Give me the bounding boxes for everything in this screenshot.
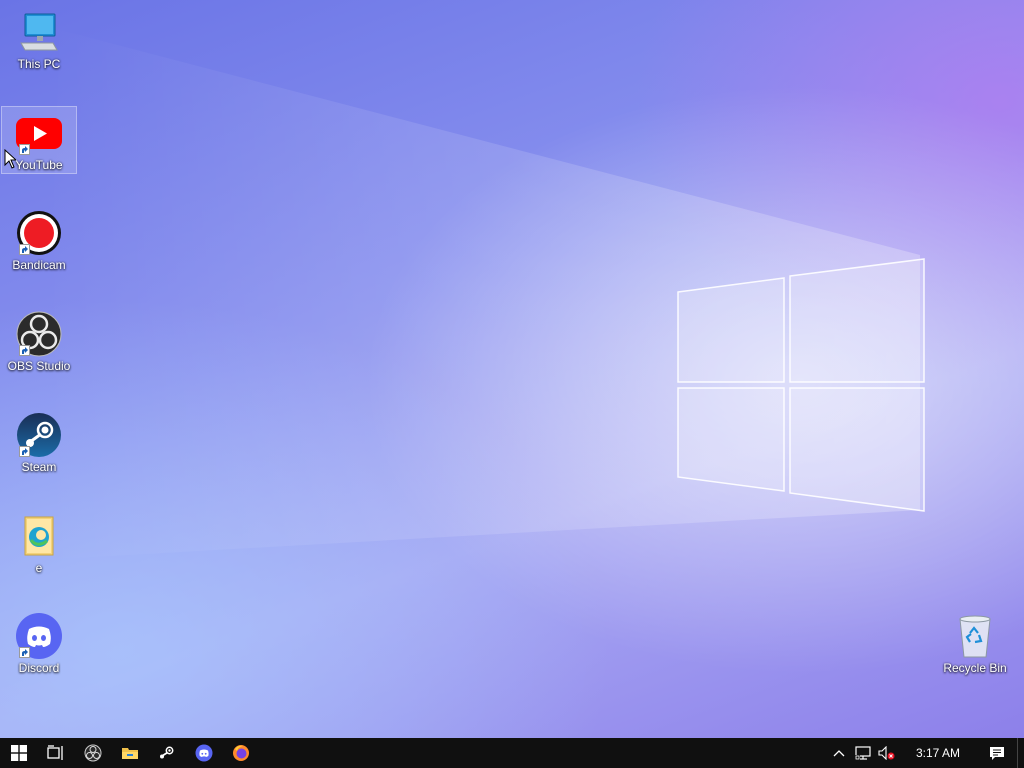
show-desktop-button[interactable] — [1017, 738, 1024, 768]
taskbar: 3:17 AM — [0, 738, 1024, 768]
desktop-icon-obs-studio[interactable]: OBS Studio — [1, 308, 77, 376]
network-icon — [855, 746, 871, 760]
firefox-icon — [232, 745, 249, 761]
chevron-up-icon — [833, 750, 845, 757]
desktop-icon-steam[interactable]: Steam — [1, 409, 77, 477]
task-view-icon — [46, 745, 63, 760]
computer-icon — [20, 13, 58, 51]
action-center-icon — [990, 746, 1004, 760]
desktop-icon-label: YouTube — [15, 158, 63, 172]
taskbar-firefox-button[interactable] — [222, 738, 259, 768]
shortcut-arrow-icon — [19, 244, 30, 255]
shortcut-arrow-icon — [19, 647, 30, 658]
file-explorer-icon — [121, 748, 138, 759]
desktop-icon-label: This PC — [17, 57, 61, 71]
desktop-icon-label: Discord — [18, 661, 60, 675]
desktop-icon-this-pc[interactable]: This PC — [1, 6, 77, 74]
desktop-icon-label: Steam — [21, 460, 57, 474]
obs-icon — [84, 744, 101, 762]
windows-logo-wallpaper — [677, 258, 925, 512]
start-button[interactable] — [0, 738, 37, 768]
taskbar-file-explorer-button[interactable] — [111, 738, 148, 768]
recycle-bin-icon — [959, 615, 991, 658]
taskbar-steam-button[interactable] — [148, 738, 185, 768]
desktop-icon-label: e — [35, 561, 43, 575]
desktop[interactable]: This PC YouTube Bandicam OBS Studio Stea… — [0, 0, 1024, 738]
network-button[interactable] — [851, 738, 875, 768]
shortcut-arrow-icon — [19, 345, 30, 356]
discord-icon — [195, 744, 212, 762]
clock[interactable]: 3:17 AM — [899, 738, 977, 768]
desktop-icon-bandicam[interactable]: Bandicam — [1, 207, 77, 275]
start-icon — [10, 745, 27, 761]
desktop-icon-label: OBS Studio — [7, 359, 71, 373]
desktop-icon-recycle-bin[interactable]: Recycle Bin — [937, 610, 1013, 678]
volume-muted-icon — [878, 746, 895, 760]
shortcut-arrow-icon — [19, 446, 30, 457]
wallpaper-light-beam — [40, 30, 920, 560]
taskbar-obs-button[interactable] — [74, 738, 111, 768]
steam-icon — [159, 746, 173, 759]
shortcut-arrow-icon — [19, 144, 30, 155]
volume-button[interactable] — [875, 738, 899, 768]
desktop-icon-discord[interactable]: Discord — [1, 610, 77, 678]
action-center-button[interactable] — [977, 738, 1017, 768]
mouse-pointer-icon — [4, 149, 16, 169]
desktop-icon-label: Bandicam — [12, 258, 66, 272]
clock-time: 3:17 AM — [915, 746, 961, 760]
system-tray: 3:17 AM — [827, 738, 1024, 768]
show-hidden-icons-button[interactable] — [827, 738, 851, 768]
desktop-icon-label: Recycle Bin — [943, 661, 1007, 675]
taskbar-discord-button[interactable] — [185, 738, 222, 768]
desktop-icon-e[interactable]: e — [1, 510, 77, 578]
edge-folder-icon — [24, 516, 54, 556]
task-view-button[interactable] — [37, 738, 74, 768]
